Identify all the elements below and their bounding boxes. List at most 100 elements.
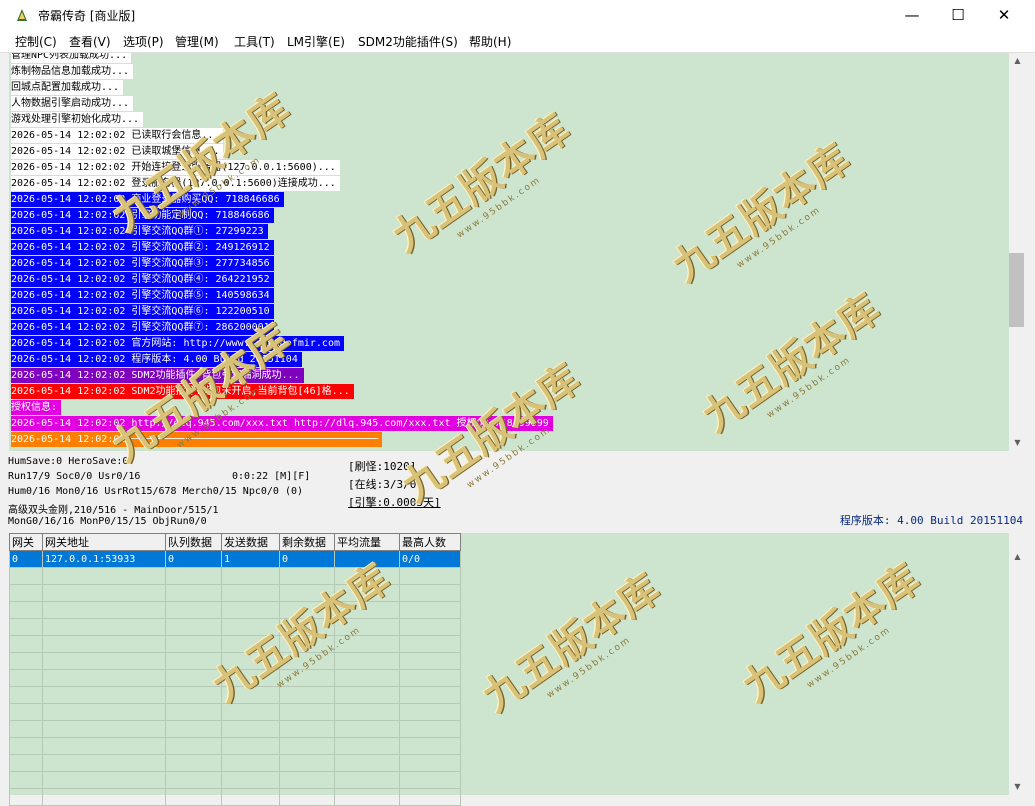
empty-cell — [221, 652, 280, 670]
empty-cell — [399, 686, 461, 704]
log-line: 人物数据引擎启动成功... — [11, 96, 134, 111]
empty-cell — [334, 584, 400, 602]
empty-cell — [279, 618, 335, 636]
empty-cell — [165, 601, 222, 619]
log-scrollbar[interactable]: ▲ ▼ — [1009, 53, 1026, 451]
menu-options[interactable]: 选项(P) — [123, 33, 164, 50]
table-row[interactable]: 0 127.0.0.1:53933 0 1 0 0/0 — [9, 550, 461, 568]
maximize-button[interactable]: ☐ — [935, 0, 981, 30]
col-queue-data[interactable]: 队列数据 — [165, 533, 222, 551]
menu-sdm2-plugin[interactable]: SDM2功能插件(S) — [358, 33, 458, 50]
menu-manage[interactable]: 管理(M) — [175, 33, 219, 50]
log-line: 游戏处理引擎初始化成功... — [11, 112, 144, 127]
log-line: 2026-05-14 12:02:02 引擎交流QQ群②: 249126912 — [11, 240, 274, 255]
engine-label: [引擎:0.0003天] — [348, 496, 441, 509]
col-gateway[interactable]: 网关 — [9, 533, 43, 551]
scroll-down-arrow-icon[interactable]: ▼ — [1009, 435, 1026, 451]
empty-cell — [165, 618, 222, 636]
close-button[interactable]: ✕ — [981, 0, 1027, 30]
empty-cell — [279, 737, 335, 755]
log-line: 2026-05-14 12:02:02 引擎交流QQ群⑤: 140598634 — [11, 288, 274, 303]
log-line: 2026-05-14 12:02:02 引擎功能定制QQ: 718846686 — [11, 208, 274, 223]
empty-cell — [165, 720, 222, 738]
cell-gateway: 0 — [9, 550, 43, 568]
log-line: 2026-05-14 12:02:02 引擎交流QQ群⑥: 122200510 — [11, 304, 274, 319]
empty-cell — [42, 737, 166, 755]
log-line: 2026-05-14 12:02:02 ────────────────────… — [11, 432, 383, 447]
col-avg-traffic[interactable]: 平均流量 — [334, 533, 400, 551]
empty-cell — [334, 771, 400, 789]
cell-max-users: 0/0 — [399, 550, 461, 568]
status-hum: Hum0/16 Mon0/16 UsrRot15/678 Merch0/15 N… — [8, 486, 304, 497]
empty-cell — [9, 788, 43, 806]
col-gateway-address[interactable]: 网关地址 — [42, 533, 166, 551]
empty-cell — [165, 652, 222, 670]
col-max-users[interactable]: 最高人数 — [399, 533, 461, 551]
status-panel: HumSave:0 HeroSave:0 Run17/9 Soc0/0 Usr0… — [0, 452, 1035, 530]
empty-cell — [9, 669, 43, 687]
empty-cell — [165, 669, 222, 687]
gateway-scroll-down-icon[interactable]: ▼ — [1009, 779, 1026, 795]
menu-lm-engine[interactable]: LM引擎(E) — [287, 33, 345, 50]
empty-cell — [399, 737, 461, 755]
empty-cell — [42, 703, 166, 721]
log-scroll-thumb[interactable] — [1009, 253, 1024, 327]
empty-cell — [279, 754, 335, 772]
empty-cell — [399, 567, 461, 585]
window-title: 帝霸传奇 [商业版] — [38, 9, 136, 23]
empty-cell — [9, 754, 43, 772]
empty-cell — [9, 584, 43, 602]
log-pane[interactable]: 管理NPC列表加载成功... 炼制物品信息加载成功... 回城点配置加载成功... 人… — [9, 53, 1009, 451]
cell-sent-data: 1 — [221, 550, 280, 568]
status-time: 0:0:22 [M][F] — [232, 471, 311, 482]
empty-cell — [221, 703, 280, 721]
empty-cell — [9, 652, 43, 670]
empty-cell — [221, 669, 280, 687]
gateway-scroll-up-icon[interactable]: ▲ — [1009, 549, 1026, 565]
refresh-monster-label: [刷怪:1020] — [348, 460, 417, 473]
empty-cell — [9, 567, 43, 585]
log-line: 回城点配置加载成功... — [11, 80, 124, 95]
empty-cell — [399, 618, 461, 636]
log-line: 2026-05-14 12:02:02 引擎交流QQ群④: 264221952 — [11, 272, 274, 287]
gateway-scrollbar[interactable]: ▲ ▼ — [1009, 549, 1026, 795]
empty-cell — [334, 601, 400, 619]
gateway-table-header: 网关 网关地址 队列数据 发送数据 剩余数据 平均流量 最高人数 — [9, 533, 461, 551]
menu-view[interactable]: 查看(V) — [69, 33, 111, 50]
scroll-up-arrow-icon[interactable]: ▲ — [1009, 53, 1026, 69]
empty-cell — [399, 720, 461, 738]
log-line: 2026-05-14 12:02:02 商业登录器购买QQ: 718846686 — [11, 192, 284, 207]
log-line: 2026-05-14 12:02:02 开始连接登录服务器(127.0.0.1:… — [11, 160, 340, 175]
empty-cell — [221, 567, 280, 585]
empty-cell — [9, 703, 43, 721]
menu-tools[interactable]: 工具(T) — [234, 33, 275, 50]
empty-cell — [42, 669, 166, 687]
minimize-button[interactable]: — — [889, 0, 935, 30]
log-line: 2026-05-14 12:02:02 已读取行会信息... — [11, 128, 224, 143]
log-line: 2026-05-14 12:02:02 登录服务器(127.0.0.1:5600… — [11, 176, 340, 191]
log-line: 2026-05-14 12:02:02 引擎交流QQ群①: 27299223 — [11, 224, 268, 239]
empty-table-row — [9, 754, 461, 772]
empty-table-row — [9, 720, 461, 738]
col-sent-data[interactable]: 发送数据 — [221, 533, 280, 551]
menu-help[interactable]: 帮助(H) — [469, 33, 511, 50]
empty-cell — [165, 754, 222, 772]
status-mong: MonG0/16/16 MonP0/15/15 ObjRun0/0 — [8, 516, 207, 527]
cell-remaining-data: 0 — [279, 550, 335, 568]
empty-cell — [9, 618, 43, 636]
empty-table-row — [9, 703, 461, 721]
empty-cell — [165, 703, 222, 721]
col-remaining-data[interactable]: 剩余数据 — [279, 533, 335, 551]
cell-avg-traffic — [334, 550, 400, 568]
log-line: 炼制物品信息加载成功... — [11, 64, 134, 79]
empty-cell — [221, 635, 280, 653]
empty-cell — [165, 686, 222, 704]
empty-cell — [399, 584, 461, 602]
app-icon — [17, 9, 27, 21]
log-line: 2026-05-14 12:02:02 http://dlq.945.com/x… — [11, 416, 553, 431]
empty-table-row — [9, 635, 461, 653]
menu-control[interactable]: 控制(C) — [15, 33, 57, 50]
empty-table-row — [9, 567, 461, 585]
log-line: 管理NPC列表加载成功... — [11, 53, 132, 63]
empty-cell — [42, 771, 166, 789]
